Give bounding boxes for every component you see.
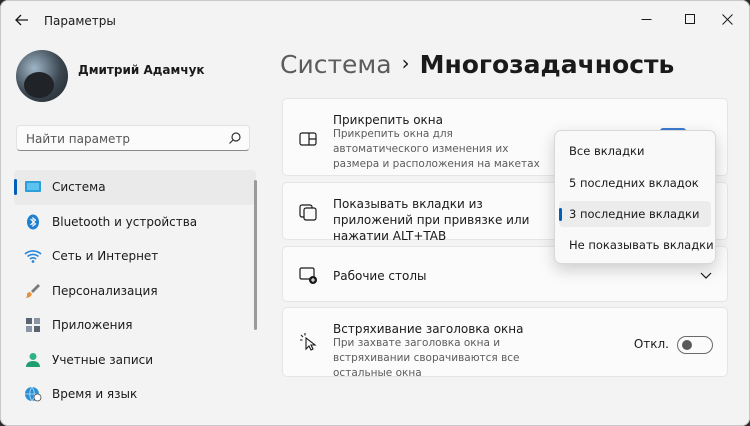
globe-clock-icon xyxy=(25,386,42,402)
monitor-icon xyxy=(25,181,41,192)
tabs-icon xyxy=(299,204,317,221)
search-icon[interactable] xyxy=(228,131,242,145)
close-button[interactable] xyxy=(710,6,744,32)
sidebar-item-accounts[interactable]: Учетные записи xyxy=(14,343,256,378)
sidebar-item-label: Персонализация xyxy=(52,283,158,298)
desktops-title: Рабочие столы xyxy=(333,269,427,283)
active-indicator xyxy=(14,179,17,195)
sidebar-item-label: Приложения xyxy=(52,318,133,333)
dropdown-option-label: 3 последние вкладки xyxy=(569,207,700,221)
sidebar-item-label: Время и язык xyxy=(52,387,138,402)
snap-windows-description: Прикрепить окна для автоматического изме… xyxy=(333,128,540,170)
sidebar-scrollbar[interactable] xyxy=(254,180,257,330)
search-box[interactable] xyxy=(16,125,250,152)
selected-indicator xyxy=(559,208,562,221)
virtual-desktop-icon xyxy=(299,267,317,284)
user-icon xyxy=(26,352,40,367)
title-bar-shake-description: При захвате заголовка окна и встряхивани… xyxy=(333,337,520,379)
page-title: Многозадачность xyxy=(419,50,675,79)
snap-windows-title: Прикрепить окна xyxy=(333,113,443,127)
maximize-icon xyxy=(685,14,695,24)
breadcrumb: Система › Многозадачность xyxy=(280,50,674,79)
dropdown-option-label: 5 последних вкладок xyxy=(569,176,699,190)
sidebar-item-bluetooth[interactable]: Bluetooth и устройства xyxy=(14,205,256,240)
toggle-state-label: Откл. xyxy=(633,337,669,351)
title-bar-shake-toggle[interactable] xyxy=(677,336,713,354)
avatar[interactable] xyxy=(16,50,68,102)
close-icon xyxy=(721,13,733,25)
minimize-button[interactable] xyxy=(629,6,663,32)
sidebar-item-apps[interactable]: Приложения xyxy=(14,308,256,343)
sidebar-item-label: Сеть и Интернет xyxy=(52,249,159,264)
dropdown-option-3-tabs[interactable]: 3 последние вкладки xyxy=(559,201,711,227)
apps-icon xyxy=(26,318,40,332)
window-title: Параметры xyxy=(44,14,116,28)
brush-icon xyxy=(26,283,40,298)
dropdown-option-no-tabs[interactable]: Не показывать вкладки xyxy=(559,232,714,258)
minimize-icon xyxy=(641,18,651,20)
arrow-left-icon xyxy=(15,14,28,26)
show-tabs-title: Показывать вкладки из приложений при при… xyxy=(333,197,530,243)
tabs-dropdown-menu: Все вкладки 5 последних вкладок 3 послед… xyxy=(554,130,716,264)
snap-layout-icon xyxy=(299,132,317,146)
back-button[interactable] xyxy=(8,8,36,32)
bluetooth-icon xyxy=(27,214,39,229)
settings-window: Параметры Дмитрий Адамчук Система Blueto… xyxy=(0,0,750,426)
sidebar-item-label: Система xyxy=(52,180,106,195)
wifi-icon xyxy=(24,250,42,263)
title-bar: Параметры xyxy=(0,0,750,40)
search-input[interactable] xyxy=(17,126,228,152)
sidebar-item-label: Учетные записи xyxy=(52,352,154,367)
sidebar-item-personalization[interactable]: Персонализация xyxy=(14,274,256,309)
dropdown-option-all-tabs[interactable]: Все вкладки xyxy=(559,138,711,164)
breadcrumb-separator: › xyxy=(401,51,410,75)
sidebar-item-network[interactable]: Сеть и Интернет xyxy=(14,239,256,274)
sidebar-nav: Система Bluetooth и устройства Сеть и Ин… xyxy=(14,170,256,412)
dropdown-option-5-tabs[interactable]: 5 последних вкладок xyxy=(559,170,711,196)
dropdown-option-label: Не показывать вкладки xyxy=(569,238,714,252)
sidebar-item-label: Bluetooth и устройства xyxy=(52,214,198,229)
title-bar-shake-card[interactable]: Встряхивание заголовка окна При захвате … xyxy=(282,307,728,379)
title-bar-shake-title: Встряхивание заголовка окна xyxy=(333,322,524,336)
chevron-down-icon[interactable] xyxy=(699,268,713,282)
dropdown-option-label: Все вкладки xyxy=(569,144,645,158)
shake-cursor-icon xyxy=(300,333,317,351)
sidebar-item-system[interactable]: Система xyxy=(14,170,256,205)
maximize-button[interactable] xyxy=(673,6,707,32)
breadcrumb-parent[interactable]: Система xyxy=(280,50,392,79)
sidebar-item-time-language[interactable]: Время и язык xyxy=(14,377,256,412)
user-name: Дмитрий Адамчук xyxy=(78,63,205,77)
